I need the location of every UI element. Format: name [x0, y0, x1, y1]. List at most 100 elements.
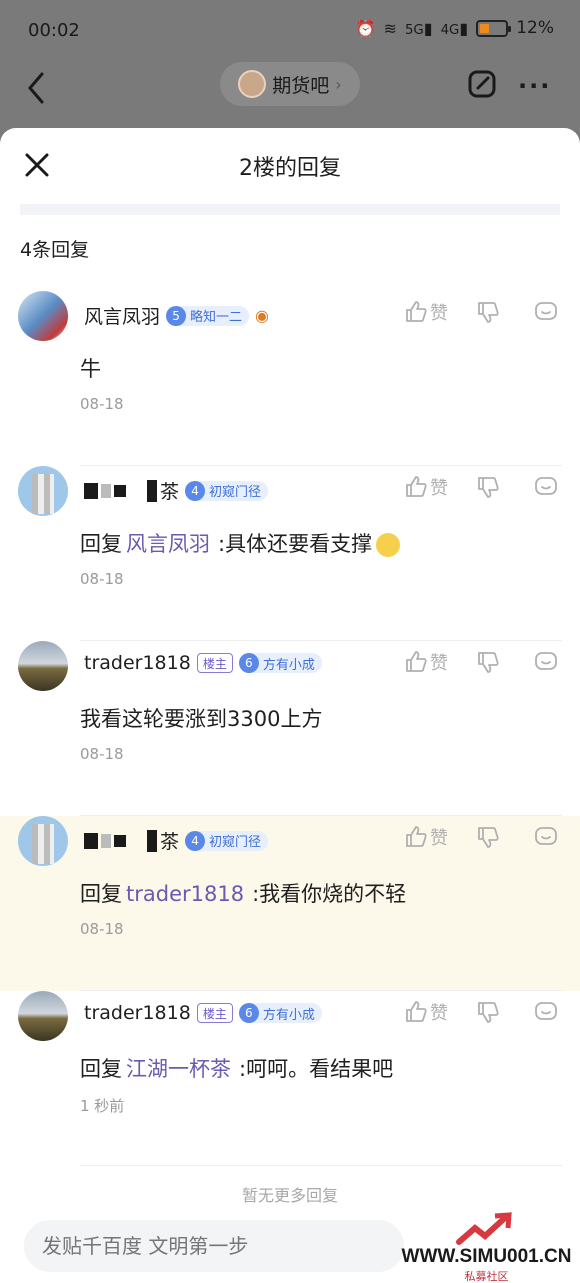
- reply-count: 4条回复: [20, 239, 90, 261]
- level-title: 初窥门径: [209, 835, 262, 850]
- comment-icon[interactable]: [534, 475, 558, 499]
- reply-prefix: 回复: [80, 882, 122, 906]
- divider: [80, 1165, 562, 1166]
- avatar[interactable]: [18, 641, 68, 691]
- reply-actions: 赞: [404, 299, 558, 325]
- username[interactable]: 风言凤羽: [84, 302, 160, 329]
- username-row: 茶 4 初窥门径: [84, 477, 269, 504]
- status-icons: ⏰ ≋ 5G▮ 4G▮ 12%: [356, 18, 554, 38]
- reply-content: :我看你烧的不轻: [252, 882, 407, 906]
- reply-target-user[interactable]: 风言凤羽: [126, 532, 210, 556]
- divider: [20, 204, 560, 215]
- chevron-right-icon: ›: [335, 74, 342, 94]
- thumbs-up-icon: [406, 1001, 427, 1022]
- thumbs-up-icon: [406, 301, 427, 322]
- level-number: 4: [185, 830, 206, 851]
- comment-icon[interactable]: [534, 1000, 558, 1024]
- like-button[interactable]: 赞: [404, 824, 448, 850]
- owner-badge: 楼主: [196, 1003, 233, 1023]
- reply-time: 08-18: [80, 570, 124, 588]
- level-number: 6: [238, 1003, 259, 1023]
- reply-time: 08-18: [80, 920, 124, 938]
- like-label: 赞: [430, 478, 448, 499]
- wifi-icon: ≋: [383, 18, 397, 38]
- avatar[interactable]: [18, 991, 68, 1041]
- network-4g-label: 4G: [440, 22, 460, 38]
- comment-icon[interactable]: [534, 300, 558, 324]
- like-button[interactable]: 赞: [404, 649, 448, 675]
- forum-pill-button[interactable]: 期货吧 ›: [220, 62, 360, 106]
- reply-body: 回复 trader1818 :我看你烧的不轻: [80, 878, 406, 908]
- reply-item[interactable]: trader1818 楼主 6 方有小成 赞 回复 江湖一杯茶:呵呵。看结果吧 1 …: [0, 991, 580, 1166]
- level-number: 4: [185, 480, 206, 501]
- username[interactable]: 茶: [160, 827, 179, 854]
- comment-icon[interactable]: [534, 650, 558, 674]
- reply-content: :呵呵。看结果吧: [239, 1057, 394, 1081]
- reply-actions: 赞: [404, 649, 558, 675]
- reply-body: 回复 风言凤羽 :具体还要看支撑: [80, 528, 401, 558]
- battery-percent: 12%: [516, 18, 554, 38]
- comment-input[interactable]: [24, 1220, 404, 1272]
- username[interactable]: 茶: [160, 477, 179, 504]
- emoji-badge-icon: ◉: [255, 306, 269, 325]
- network-5g-label: 5G: [404, 22, 424, 38]
- like-button[interactable]: 赞: [404, 474, 448, 500]
- reply-item[interactable]: trader1818 楼主 6 方有小成 赞 我看这轮要涨到3300上方 08-1…: [0, 641, 580, 816]
- status-bar: 00:02 ⏰ ≋ 5G▮ 4G▮ 12%: [0, 0, 580, 62]
- reply-body: 回复 江湖一杯茶:呵呵。看结果吧: [80, 1053, 393, 1083]
- like-button[interactable]: 赞: [404, 299, 448, 325]
- level-badge: 6 方有小成: [238, 1003, 322, 1023]
- username[interactable]: trader1818: [84, 1002, 191, 1024]
- reply-target-user[interactable]: 江湖一杯茶: [126, 1057, 231, 1081]
- like-label: 赞: [430, 303, 448, 324]
- thumbs-up-icon: [406, 826, 427, 847]
- reply-actions: 赞: [404, 999, 558, 1025]
- thumbs-down-icon[interactable]: [476, 825, 500, 849]
- reply-item[interactable]: 茶 4 初窥门径 赞 回复 风言凤羽 :具体还要看支撑 08-18: [0, 466, 580, 641]
- like-button[interactable]: 赞: [404, 999, 448, 1025]
- level-title: 方有小成: [262, 657, 315, 673]
- username-row: trader1818 楼主 6 方有小成: [84, 652, 322, 674]
- level-badge: 4 初窥门径: [185, 480, 269, 501]
- back-arrow-icon[interactable]: [24, 70, 48, 106]
- reply-time: 1 秒前: [80, 1097, 125, 1115]
- top-nav-bar: 期货吧 › ···: [0, 62, 580, 128]
- like-label: 赞: [430, 653, 448, 674]
- reply-item[interactable]: 风言凤羽 5 略知一二 ◉ 赞 牛 08-18: [0, 291, 580, 466]
- avatar[interactable]: [18, 816, 68, 866]
- username-row: trader1818 楼主 6 方有小成: [84, 1002, 322, 1024]
- watermark-sub: 私募社区: [464, 1270, 509, 1283]
- sheet-title: 2楼的回复: [239, 156, 341, 181]
- thumbs-down-icon[interactable]: [476, 1000, 500, 1024]
- reply-target-user[interactable]: trader1818: [126, 882, 244, 906]
- signal-4g-icon: 4G▮: [440, 18, 469, 38]
- comment-icon[interactable]: [534, 825, 558, 849]
- alarm-icon: ⏰: [355, 18, 376, 38]
- more-options-icon[interactable]: ···: [518, 72, 551, 100]
- battery-icon: [476, 19, 512, 37]
- reply-time: 08-18: [80, 395, 124, 413]
- reply-item[interactable]: 茶 4 初窥门径 赞 回复 trader1818 :我看你烧的不轻 08-18: [0, 816, 580, 991]
- thumbs-down-icon[interactable]: [476, 475, 500, 499]
- thumbs-up-icon: [406, 651, 427, 672]
- thumbs-down-icon[interactable]: [476, 300, 500, 324]
- username-row: 茶 4 初窥门径: [84, 827, 269, 854]
- avatar[interactable]: [18, 291, 68, 341]
- reply-content: :具体还要看支撑: [218, 532, 373, 556]
- edit-post-icon[interactable]: [466, 68, 498, 100]
- reply-content: 我看这轮要涨到3300上方: [80, 707, 323, 731]
- signal-5g-icon: 5G▮: [404, 18, 433, 38]
- watermark: WWW.SIMU001.CN 私募社区: [399, 1210, 574, 1283]
- level-title: 方有小成: [262, 1007, 315, 1023]
- reply-prefix: 回复: [80, 532, 122, 556]
- avatar[interactable]: [18, 466, 68, 516]
- username[interactable]: trader1818: [84, 652, 191, 674]
- level-badge: 4 初窥门径: [185, 830, 269, 851]
- level-title: 初窥门径: [209, 485, 262, 500]
- level-number: 6: [238, 653, 259, 673]
- no-more-replies: 暂无更多回复: [241, 1186, 338, 1205]
- thumbs-down-icon[interactable]: [476, 650, 500, 674]
- reply-body: 我看这轮要涨到3300上方: [80, 703, 322, 733]
- like-label: 赞: [430, 828, 448, 849]
- reply-actions: 赞: [404, 824, 558, 850]
